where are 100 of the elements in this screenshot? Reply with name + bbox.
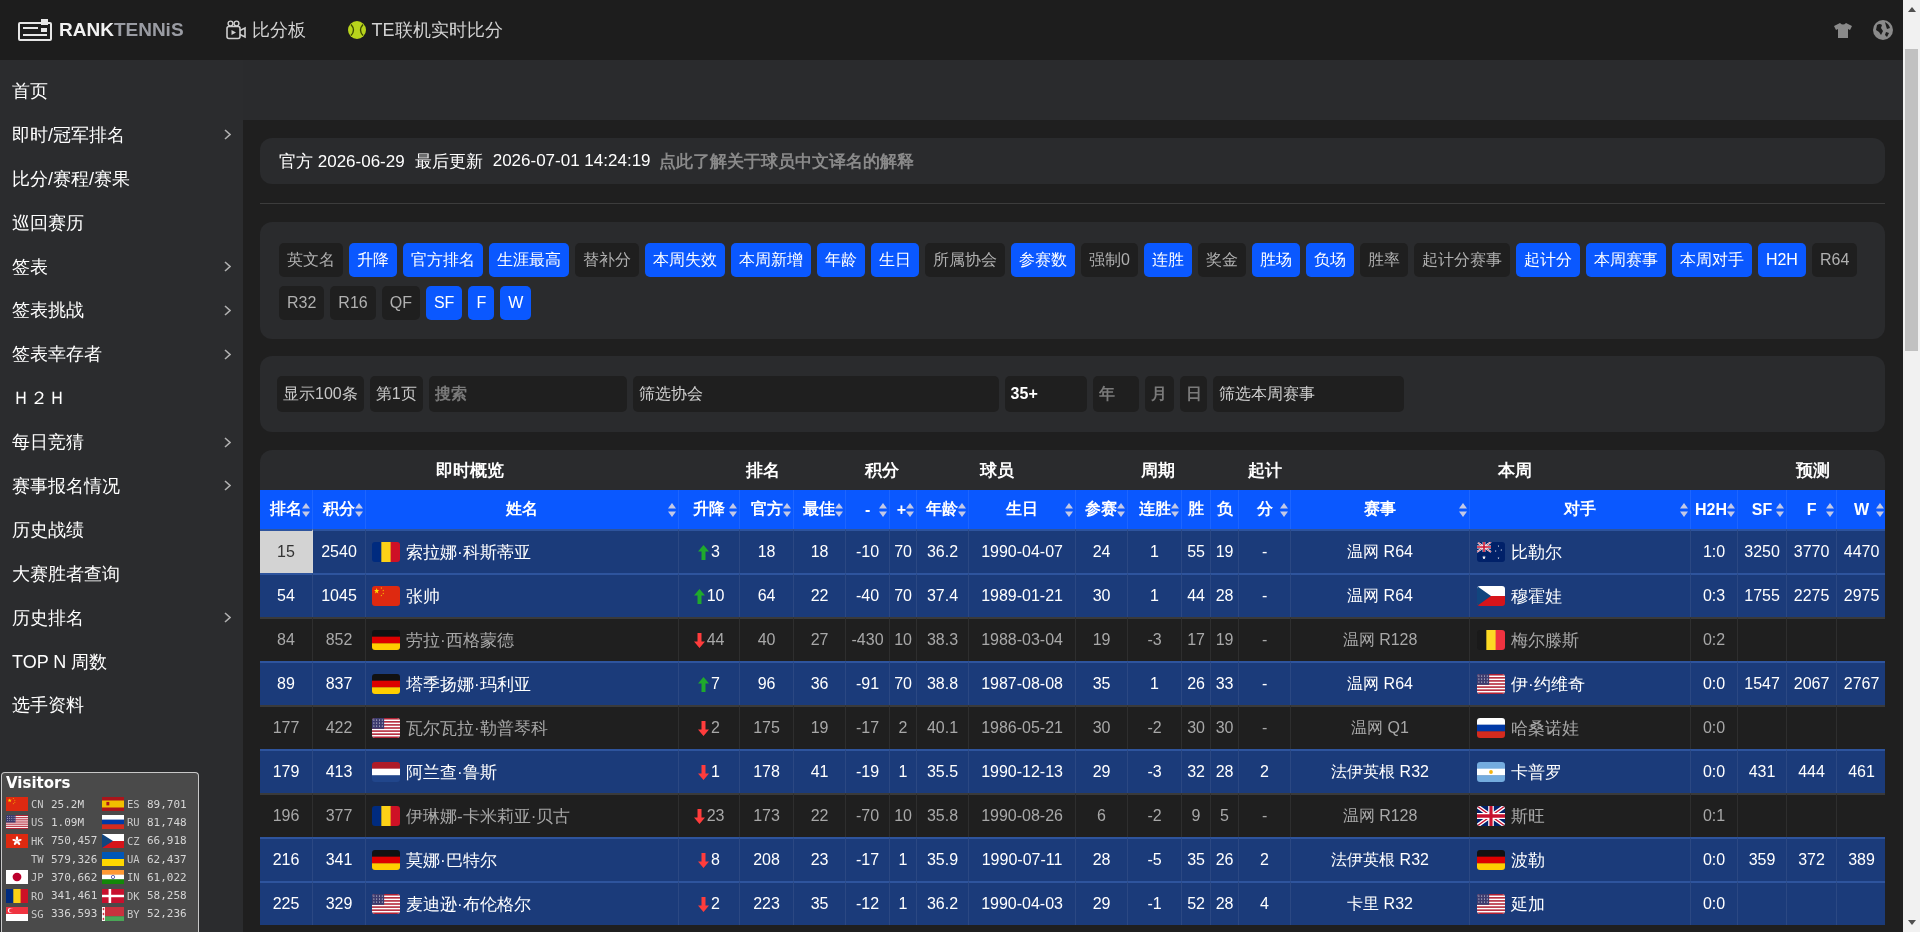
- column-toggle[interactable]: 强制0: [1081, 243, 1138, 277]
- select-field[interactable]: 筛选协会: [632, 376, 999, 412]
- column-toggle[interactable]: 年龄: [817, 243, 865, 277]
- player-name[interactable]: 莫娜·巴特尔: [406, 848, 497, 872]
- player-name[interactable]: 索拉娜·科斯蒂亚: [406, 540, 531, 564]
- table-cell: 1990-04-03: [969, 881, 1077, 925]
- input-field[interactable]: 年: [1092, 376, 1139, 412]
- table-cell: 0:0: [1691, 749, 1739, 793]
- nav-link[interactable]: TE联机实时比分: [347, 18, 503, 42]
- chevron-right-icon: [224, 304, 231, 316]
- column-toggle[interactable]: R16: [330, 286, 376, 320]
- column-group-header: 即时概览: [434, 459, 505, 482]
- input-field[interactable]: 日: [1179, 376, 1207, 412]
- toolbar-button[interactable]: 显示100条: [277, 376, 364, 412]
- table-cell: 1990-12-13: [969, 749, 1077, 793]
- column-toggle[interactable]: 官方排名: [403, 243, 483, 277]
- player-name[interactable]: 阿兰查·鲁斯: [406, 760, 497, 784]
- player-name[interactable]: 伊琳娜-卡米莉亚·贝古: [406, 804, 571, 828]
- logo-icon[interactable]: [18, 19, 52, 41]
- sidebar-item[interactable]: 比分/赛程/赛果: [0, 156, 243, 201]
- column-toggle[interactable]: W: [500, 286, 532, 320]
- opponent-name[interactable]: 延加: [1511, 892, 1546, 916]
- opponent-name[interactable]: 穆霍娃: [1511, 584, 1563, 608]
- player-name[interactable]: 劳拉·西格蒙德: [406, 628, 514, 652]
- table-cell: 36.2: [917, 529, 970, 573]
- column-toggle[interactable]: 起计分赛事: [1413, 243, 1510, 277]
- column-toggle[interactable]: 生涯最高: [489, 243, 569, 277]
- column-toggle[interactable]: SF: [425, 286, 463, 320]
- sidebar-item[interactable]: 签表: [0, 244, 243, 289]
- table-cell: -17: [846, 837, 891, 881]
- column-toggle[interactable]: 替补分: [575, 243, 639, 277]
- scrollbar-thumb[interactable]: [1905, 49, 1918, 351]
- column-toggle[interactable]: 本周对手: [1671, 243, 1752, 277]
- player-name[interactable]: 瓦尔瓦拉·勒普琴科: [406, 716, 548, 740]
- scroll-up-icon[interactable]: [1907, 7, 1916, 12]
- sidebar-item[interactable]: 签表挑战: [0, 288, 243, 333]
- player-name[interactable]: 麦迪逊·布伦格尔: [406, 892, 531, 916]
- sidebar-item[interactable]: 签表幸存者: [0, 332, 243, 377]
- logo-text[interactable]: RANKTENNiS: [59, 19, 184, 41]
- column-toggle[interactable]: 本周赛事: [1585, 243, 1666, 277]
- sidebar-item[interactable]: 赛事报名情况: [0, 464, 243, 508]
- opponent-name[interactable]: 哈桑诺娃: [1511, 716, 1580, 740]
- input-field[interactable]: 月: [1144, 376, 1174, 412]
- table-cell: 2: [890, 705, 918, 749]
- sort-icon: [1171, 502, 1180, 517]
- column-toggle[interactable]: 英文名: [279, 243, 343, 277]
- shirt-icon[interactable]: [1834, 22, 1852, 38]
- column-toggle[interactable]: QF: [381, 286, 420, 320]
- column-toggle[interactable]: 起计分: [1515, 243, 1580, 277]
- column-toggle[interactable]: 参赛数: [1011, 243, 1075, 277]
- sidebar-item[interactable]: 巡回赛历: [0, 200, 243, 245]
- opponent-name[interactable]: 伊·约维奇: [1511, 672, 1585, 696]
- column-toggle[interactable]: 负场: [1305, 243, 1354, 277]
- sidebar-item[interactable]: 首页: [0, 69, 243, 113]
- column-toggle[interactable]: R32: [279, 286, 325, 320]
- visitor-count: 336,593: [51, 907, 98, 921]
- column-toggle[interactable]: 胜率: [1359, 243, 1408, 277]
- table-cell: 1547: [1738, 661, 1788, 705]
- column-toggle[interactable]: 升降: [349, 243, 397, 277]
- player-name[interactable]: 张帅: [406, 584, 440, 608]
- sidebar-item[interactable]: 即时/冠军排名: [0, 112, 243, 157]
- column-toggle[interactable]: H2H: [1757, 243, 1806, 277]
- select-field[interactable]: 筛选本周赛事: [1212, 376, 1404, 412]
- sidebar-item[interactable]: 历史排名: [0, 595, 243, 640]
- sidebar-item[interactable]: Ｈ２Ｈ: [0, 376, 243, 421]
- column-toggle[interactable]: 所属协会: [925, 243, 1005, 277]
- scroll-down-icon[interactable]: [1907, 920, 1916, 925]
- sidebar-item[interactable]: 选手资料: [0, 683, 243, 728]
- column-toggle[interactable]: 奖金: [1197, 243, 1246, 277]
- table-cell: 1: [1128, 573, 1183, 617]
- nav-link[interactable]: 比分板: [225, 18, 306, 42]
- visitor-count: 1.09M: [51, 815, 85, 829]
- toolbar-button[interactable]: 第1页: [369, 376, 423, 412]
- sidebar-item[interactable]: TOP N 周数: [0, 639, 243, 684]
- column-toggle[interactable]: 本周新增: [731, 243, 811, 277]
- flag-icon: [102, 870, 124, 885]
- opponent-name[interactable]: 梅尔滕斯: [1511, 628, 1580, 652]
- sidebar-item[interactable]: 大赛胜者查询: [0, 551, 243, 596]
- table-cell: 33: [1211, 661, 1240, 705]
- sidebar-item[interactable]: 历史战绩: [0, 507, 243, 552]
- opponent-name[interactable]: 比勒尔: [1511, 540, 1563, 564]
- input-field[interactable]: 35+: [1004, 376, 1087, 412]
- table-cell: 40.1: [917, 705, 970, 749]
- table-cell: 1986-05-21: [969, 705, 1077, 749]
- column-toggle[interactable]: 连胜: [1143, 243, 1192, 277]
- globe-icon[interactable]: [1873, 20, 1893, 40]
- sidebar-item[interactable]: 每日竞猜: [0, 420, 243, 464]
- column-toggle[interactable]: 胜场: [1251, 243, 1300, 277]
- column-toggle[interactable]: 本周失效: [645, 243, 725, 277]
- name-info-link[interactable]: 点此了解关于球员中文译名的解释: [658, 149, 914, 173]
- column-toggle[interactable]: 生日: [871, 243, 919, 277]
- flag-icon: [372, 850, 400, 870]
- input-field[interactable]: 搜索: [428, 376, 627, 412]
- opponent-name[interactable]: 波勒: [1511, 848, 1546, 872]
- player-name[interactable]: 塔季扬娜·玛利亚: [406, 672, 531, 696]
- column-toggle[interactable]: R64: [1811, 243, 1858, 277]
- column-toggle[interactable]: F: [468, 286, 495, 320]
- opponent-name[interactable]: 卡普罗: [1511, 760, 1563, 784]
- opponent-name[interactable]: 斯旺: [1511, 804, 1546, 828]
- table-cell: 70: [890, 529, 918, 573]
